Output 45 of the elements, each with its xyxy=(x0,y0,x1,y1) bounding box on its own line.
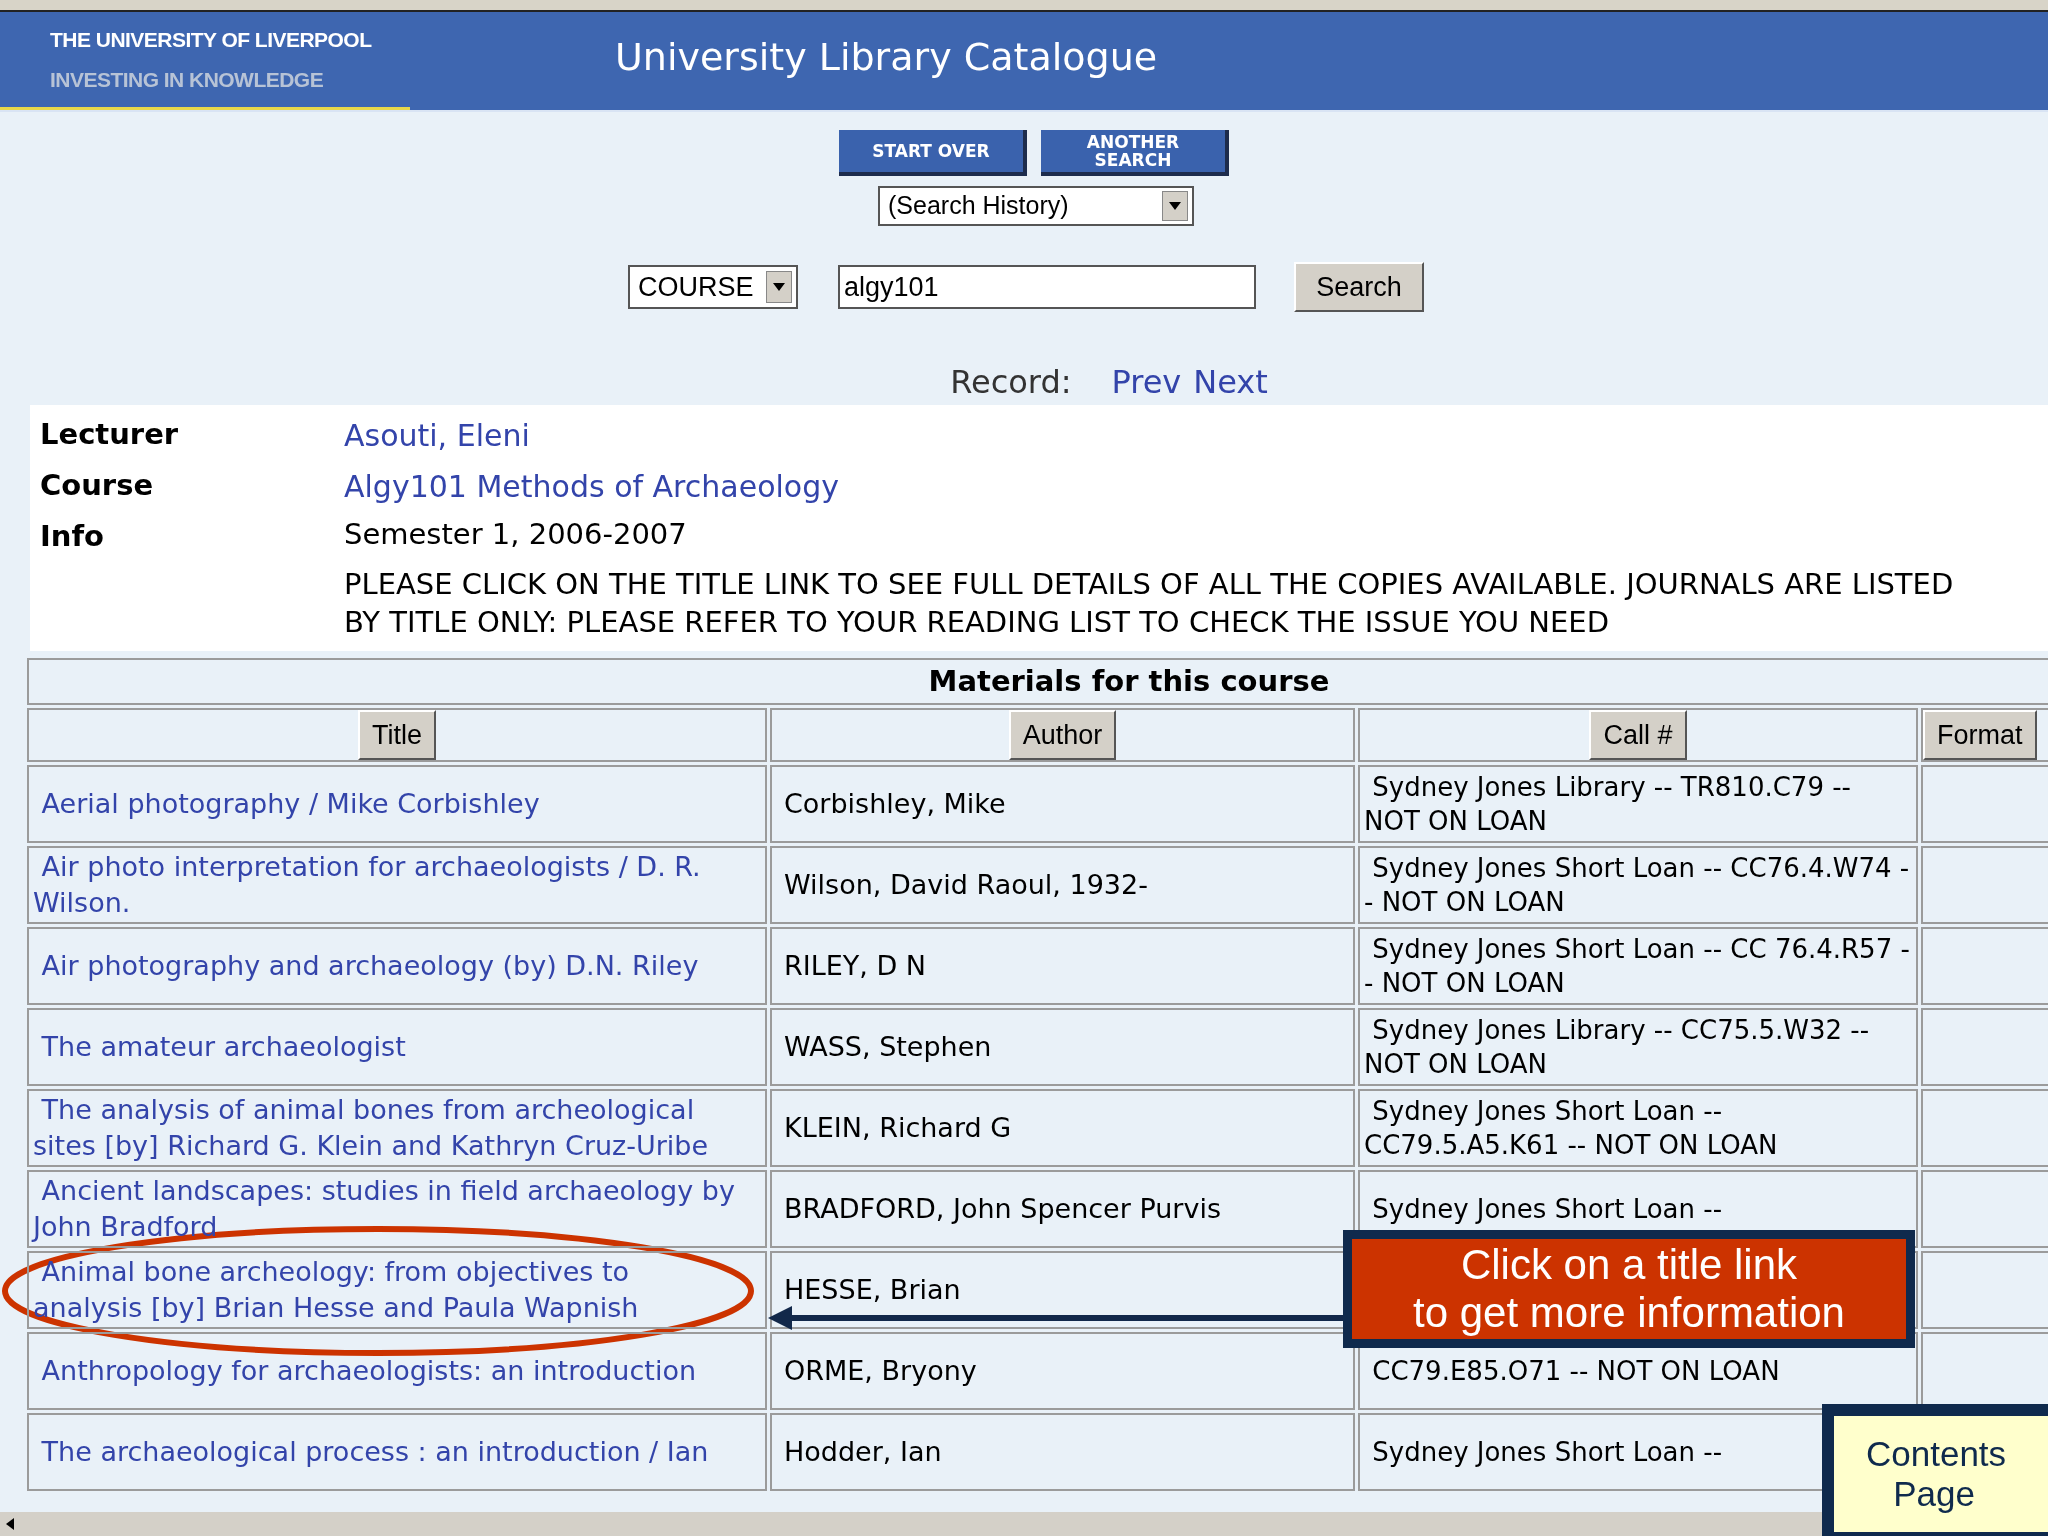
column-sort-button[interactable]: Author xyxy=(1008,710,1117,760)
call-number-text: Sydney Jones Short Loan -- CC76.4.W74 -- NOT ON LOAN xyxy=(1364,852,1911,919)
call-number-text: Sydney Jones Short Loan -- CC79.5.A5.K61 -- NOT ON LOAN xyxy=(1364,1095,1779,1162)
search-history-select[interactable]: (Search History) xyxy=(878,186,1194,226)
contents-page-button[interactable]: Contents Page xyxy=(1822,1404,2048,1536)
institution-tagline: INVESTING IN KNOWLEDGE xyxy=(50,66,325,93)
callout-text: Click on a title link xyxy=(1460,1241,1798,1289)
call-number-text: Sydney Jones Short Loan -- xyxy=(1371,1193,1724,1226)
author-text: ORME, Bryony xyxy=(784,1354,977,1386)
column-sort-button[interactable]: Call # xyxy=(1589,710,1687,760)
catalogue-title: University Library Catalogue xyxy=(615,33,1158,81)
search-input[interactable]: algy101 xyxy=(838,265,1256,309)
author-text: RILEY, D N xyxy=(784,949,927,981)
call-number-text: Sydney Jones Short Loan -- CC 76.4.R57 -- NOT ON LOAN xyxy=(1364,933,1911,1000)
info-link[interactable]: Algy101 Methods of Archaeology xyxy=(344,464,839,509)
institution-name: THE UNIVERSITY OF LIVERPOOL xyxy=(50,27,373,53)
call-number-text: Sydney Jones Library -- TR810.C79 -- NOT ON LOAN xyxy=(1364,771,1852,838)
horizontal-scrollbar[interactable] xyxy=(0,1512,1822,1536)
info-label: Course xyxy=(40,468,154,502)
author-text: HESSE, Brian xyxy=(784,1273,961,1305)
callout-text: to get more information xyxy=(1413,1289,1845,1337)
author-text: BRADFORD, John Spencer Purvis xyxy=(784,1192,1221,1224)
info-text: PLEASE CLICK ON THE TITLE LINK TO SEE FULL DETAILS OF ALL THE COPIES AVAILABLE. JOURNALS ARE LISTED BY TITLE ONLY: PLEASE REFER TO YOUR READING LIST TO CHECK THE ISSUE YOU NEED xyxy=(344,565,1955,641)
author-text: Corbishley, Mike xyxy=(784,787,1006,819)
record-nav-link[interactable]: Next xyxy=(1193,358,1268,406)
author-text: Hodder, Ian xyxy=(784,1435,942,1467)
info-label: Lecturer xyxy=(40,417,179,451)
info-label: Info xyxy=(40,519,104,553)
call-number-text: CC79.E85.O71 -- NOT ON LOAN xyxy=(1371,1355,1781,1388)
search-button[interactable]: Search xyxy=(1294,262,1424,312)
column-sort-button[interactable]: Format xyxy=(1923,710,2037,760)
info-text: Semester 1, 2006-2007 xyxy=(344,516,688,553)
nav-button[interactable]: START OVER xyxy=(839,130,1027,176)
table-caption: Materials for this course xyxy=(27,657,2048,705)
nav-button[interactable]: ANOTHER SEARCH xyxy=(1041,130,1229,176)
record-nav-link[interactable]: Prev xyxy=(1111,358,1182,406)
scroll-left-icon[interactable] xyxy=(6,1518,14,1530)
search-field-select[interactable]: COURSE xyxy=(628,265,798,309)
author-text: KLEIN, Richard G xyxy=(784,1111,1012,1143)
call-number-text: Sydney Jones Library -- CC75.5.W32 -- NOT ON LOAN xyxy=(1364,1014,1871,1081)
column-sort-button[interactable]: Title xyxy=(358,710,436,760)
info-link[interactable]: Asouti, Eleni xyxy=(344,413,530,458)
author-text: WASS, Stephen xyxy=(784,1030,992,1062)
record-label: Record: xyxy=(950,362,1072,403)
author-text: Wilson, David Raoul, 1932- xyxy=(784,868,1148,900)
